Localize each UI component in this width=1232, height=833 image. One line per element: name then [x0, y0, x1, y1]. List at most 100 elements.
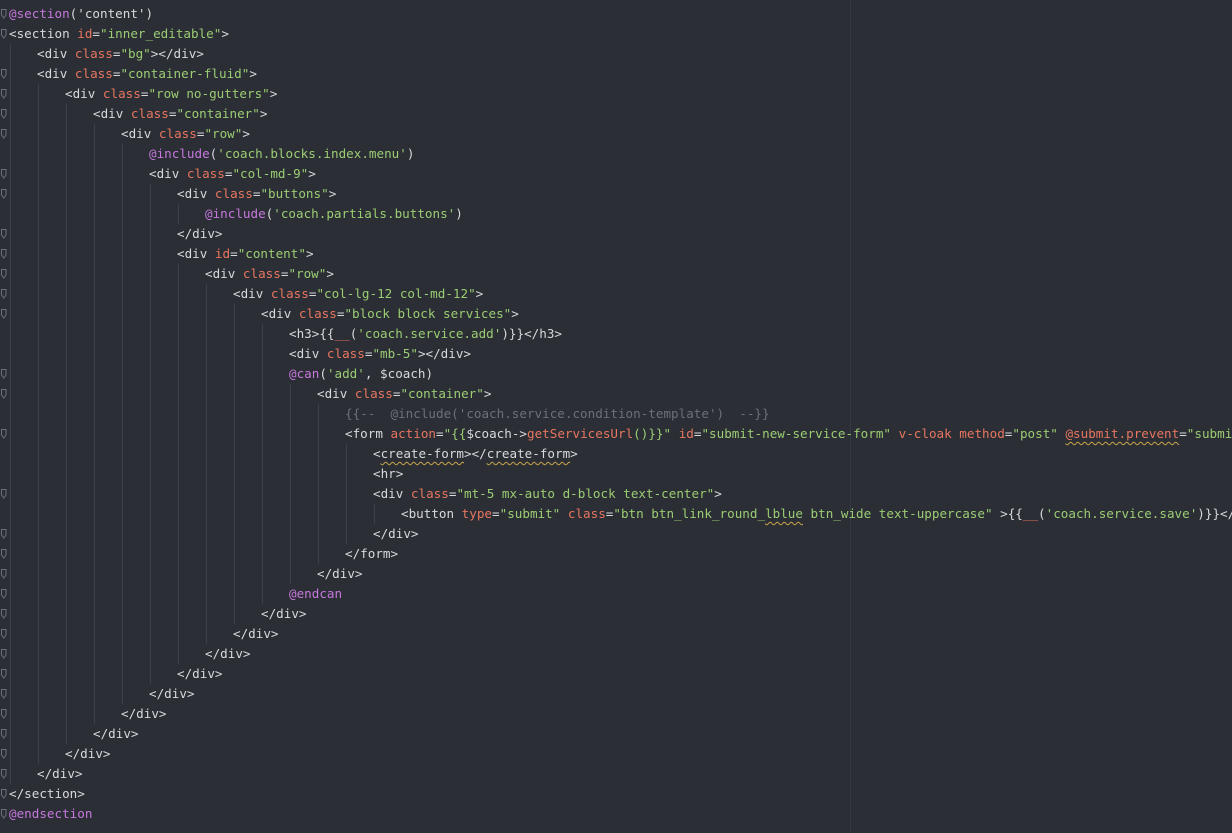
code-line[interactable]: </div>: [9, 624, 1232, 644]
code-line[interactable]: <div class="col-md-9">: [9, 164, 1232, 184]
fold-arrow-icon[interactable]: [1, 649, 7, 659]
code-line[interactable]: @section('content'): [9, 4, 1232, 24]
code-line[interactable]: <div class="row no-gutters">: [9, 84, 1232, 104]
fold-arrow-icon[interactable]: [1, 109, 7, 119]
code-line[interactable]: </div>: [9, 564, 1232, 584]
code-line[interactable]: @endsection: [9, 804, 1232, 824]
fold-arrow-icon[interactable]: [1, 29, 7, 39]
fold-arrow-icon[interactable]: [1, 129, 7, 139]
indent-guide: [318, 504, 319, 524]
indent-guide: [178, 584, 179, 604]
code-line[interactable]: <div class="mt-5 mx-auto d-block text-ce…: [9, 484, 1232, 504]
fold-arrow-icon[interactable]: [1, 289, 7, 299]
fold-arrow-icon[interactable]: [1, 569, 7, 579]
code-line[interactable]: <div class="bg"></div>: [9, 44, 1232, 64]
code-line[interactable]: <div class="container">: [9, 104, 1232, 124]
fold-arrow-icon[interactable]: [1, 69, 7, 79]
fold-arrow-icon[interactable]: [1, 529, 7, 539]
code-line[interactable]: </div>: [9, 604, 1232, 624]
code-line[interactable]: <section id="inner_editable">: [9, 24, 1232, 44]
code-line[interactable]: </div>: [9, 764, 1232, 784]
fold-arrow-icon[interactable]: [1, 589, 7, 599]
code-line[interactable]: @can('add', $coach): [9, 364, 1232, 384]
indent-guide: [318, 544, 319, 564]
fold-arrow-icon[interactable]: [1, 369, 7, 379]
code-line[interactable]: </div>: [9, 684, 1232, 704]
code-line[interactable]: </div>: [9, 744, 1232, 764]
code-line[interactable]: <div class="row">: [9, 264, 1232, 284]
code-line[interactable]: <h3>{{__('coach.service.add')}}</h3>: [9, 324, 1232, 344]
indent-guide: [290, 524, 291, 544]
code-line[interactable]: <div class="container-fluid">: [9, 64, 1232, 84]
indent-guide: [178, 364, 179, 384]
indent-guide: [178, 264, 179, 284]
indent-guide: [290, 504, 291, 524]
code-line[interactable]: @endcan: [9, 584, 1232, 604]
code-line[interactable]: <div class="container">: [9, 384, 1232, 404]
code-line[interactable]: <button type="submit" class="btn btn_lin…: [9, 504, 1232, 524]
indent-guide: [38, 204, 39, 224]
fold-arrow-icon[interactable]: [1, 749, 7, 759]
fold-arrow-icon[interactable]: [1, 249, 7, 259]
fold-arrow-icon[interactable]: [1, 309, 7, 319]
code-line[interactable]: </div>: [9, 704, 1232, 724]
code-token: <div: [317, 386, 355, 401]
fold-gutter: [0, 0, 8, 833]
fold-arrow-icon[interactable]: [1, 489, 7, 499]
code-line[interactable]: <div class="col-lg-12 col-md-12">: [9, 284, 1232, 304]
indent-guide: [290, 424, 291, 444]
fold-arrow-icon[interactable]: [1, 169, 7, 179]
code-line[interactable]: </div>: [9, 724, 1232, 744]
code-editor[interactable]: @section('content') <section id="inner_ed…: [0, 0, 1232, 833]
code-line[interactable]: <div class="row">: [9, 124, 1232, 144]
fold-arrow-icon[interactable]: [1, 389, 7, 399]
indent-guide: [122, 264, 123, 284]
code-token: </h3>: [524, 326, 563, 341]
fold-arrow-icon[interactable]: [1, 609, 7, 619]
code-line[interactable]: </div>: [9, 524, 1232, 544]
fold-arrow-icon[interactable]: [1, 189, 7, 199]
code-line[interactable]: <div id="content">: [9, 244, 1232, 264]
code-line[interactable]: <div class="block block services">: [9, 304, 1232, 324]
code-line[interactable]: <hr>: [9, 464, 1232, 484]
code-line[interactable]: </div>: [9, 224, 1232, 244]
indent-guide: [94, 344, 95, 364]
fold-arrow-icon[interactable]: [1, 9, 7, 19]
fold-arrow-icon[interactable]: [1, 429, 7, 439]
fold-arrow-icon[interactable]: [1, 709, 7, 719]
code-line[interactable]: @include('coach.blocks.index.menu'): [9, 144, 1232, 164]
code-line[interactable]: <div class="buttons">: [9, 184, 1232, 204]
indent-guide: [150, 604, 151, 624]
indent-guide: [122, 444, 123, 464]
code-line[interactable]: </section>: [9, 784, 1232, 804]
code-line[interactable]: </form>: [9, 544, 1232, 564]
fold-arrow-icon[interactable]: [1, 669, 7, 679]
fold-arrow-icon[interactable]: [1, 269, 7, 279]
fold-arrow-icon[interactable]: [1, 689, 7, 699]
code-line[interactable]: </div>: [9, 644, 1232, 664]
code-token: id: [214, 246, 231, 261]
indent-guide: [206, 304, 207, 324]
fold-arrow-icon[interactable]: [1, 729, 7, 739]
fold-arrow-icon[interactable]: [1, 769, 7, 779]
fold-arrow-icon[interactable]: [1, 549, 7, 559]
code-line[interactable]: <div class="mb-5"></div>: [9, 344, 1232, 364]
code-line[interactable]: </div>: [9, 664, 1232, 684]
indent-guide: [234, 604, 235, 624]
indent-guide: [234, 484, 235, 504]
fold-arrow-icon[interactable]: [1, 229, 7, 239]
code-token: class: [186, 166, 225, 181]
code-line[interactable]: <form action="{{$coach->getServicesUrl()…: [9, 424, 1232, 444]
fold-arrow-icon[interactable]: [1, 809, 7, 819]
fold-arrow-icon[interactable]: [1, 789, 7, 799]
fold-arrow-icon[interactable]: [1, 629, 7, 639]
indent-guide: [150, 544, 151, 564]
indent-guide: [122, 364, 123, 384]
code-line[interactable]: @include('coach.partials.buttons'): [9, 204, 1232, 224]
code-area[interactable]: @section('content') <section id="inner_ed…: [9, 4, 1232, 824]
code-line[interactable]: <create-form></create-form>: [9, 444, 1232, 464]
code-token: >: [221, 26, 229, 41]
fold-arrow-icon[interactable]: [1, 89, 7, 99]
code-token: "mb-5": [372, 346, 418, 361]
code-line[interactable]: {{-- @include('coach.service.condition-t…: [9, 404, 1232, 424]
